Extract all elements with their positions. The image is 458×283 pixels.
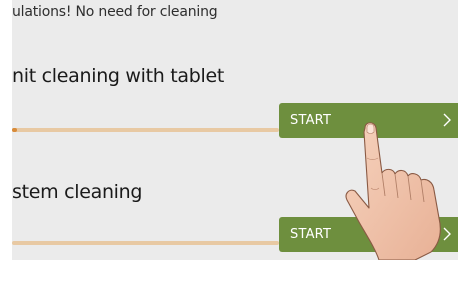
bottom-strip [12,260,458,283]
chevron-right-icon [443,113,451,127]
unit-cleaning-start-button[interactable]: START [279,103,458,138]
system-cleaning-progress-bar [12,241,279,245]
status-message: ulations! No need for cleaning [12,4,218,20]
system-cleaning-title: stem cleaning [12,181,143,203]
unit-cleaning-progress-fill [12,128,18,132]
chevron-right-icon [443,227,451,241]
unit-cleaning-progress-bar [12,128,279,132]
start-button-label: START [290,227,332,242]
system-cleaning-start-button[interactable]: START [279,217,458,252]
unit-cleaning-title: nit cleaning with tablet [12,65,225,87]
start-button-label: START [290,113,332,128]
